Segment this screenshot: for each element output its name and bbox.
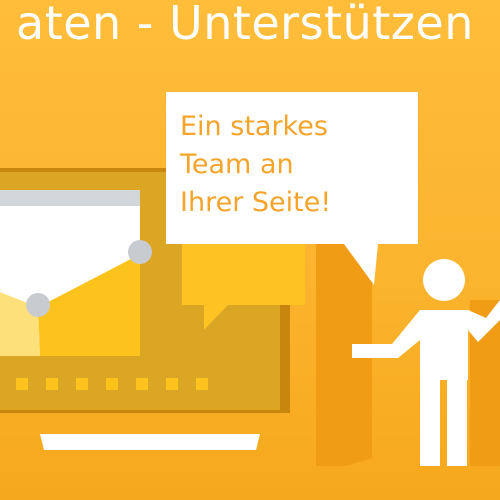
bubble-line: Ein starkes — [180, 111, 328, 142]
bubble-line: Ihrer Seite! — [180, 187, 332, 218]
illustration — [0, 92, 500, 466]
chart-node — [26, 293, 50, 317]
bubble-line: Team an — [180, 149, 294, 180]
speech-bubble-text: Ein starkes Team an Ihrer Seite! — [180, 108, 400, 222]
chart-node — [128, 240, 152, 264]
monitor-stand — [40, 434, 260, 450]
